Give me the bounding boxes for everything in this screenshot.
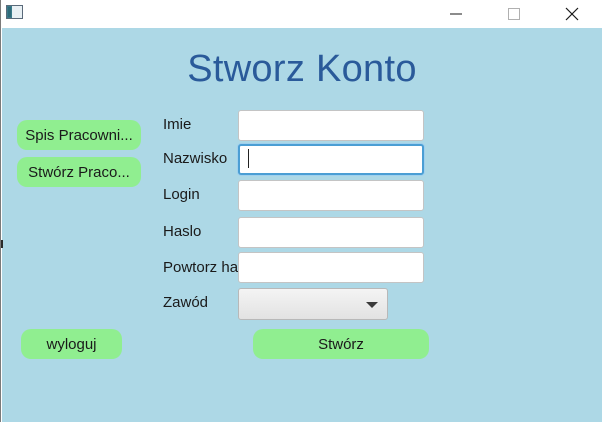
employee-list-button[interactable]: Spis Pracowni...	[17, 120, 141, 150]
occupation-label: Zawód	[163, 294, 209, 311]
password-field[interactable]	[238, 217, 424, 248]
app-window: Stworz Konto Spis Pracowni... Stwórz Pra…	[0, 0, 602, 422]
maximize-icon	[508, 8, 520, 20]
repeat-password-label: Powtorz ha	[163, 259, 239, 276]
page-title: Stworz Konto	[187, 48, 417, 90]
first-name-label: Imie	[163, 116, 192, 133]
minimize-button[interactable]	[433, 0, 479, 28]
create-employee-button[interactable]: Stwórz Praco...	[17, 157, 141, 187]
logout-button[interactable]: wyloguj	[21, 329, 122, 359]
login-field[interactable]	[238, 180, 424, 211]
password-label: Haslo	[163, 223, 202, 240]
maximize-button[interactable]	[491, 0, 537, 28]
app-window-icon	[6, 5, 23, 19]
window-edge-marker	[1, 240, 3, 248]
title-bar[interactable]	[1, 0, 602, 28]
close-button[interactable]	[549, 0, 595, 28]
create-account-button[interactable]: Stwórz	[253, 329, 429, 359]
close-icon	[565, 7, 579, 21]
last-name-label: Nazwisko	[163, 150, 228, 167]
occupation-select[interactable]	[238, 288, 388, 320]
chevron-down-icon	[366, 302, 378, 308]
repeat-password-field[interactable]	[238, 252, 424, 283]
last-name-field[interactable]	[238, 144, 424, 175]
text-caret	[248, 149, 249, 168]
minimize-icon	[450, 13, 462, 15]
login-label: Login	[163, 186, 200, 203]
first-name-field[interactable]	[238, 110, 424, 141]
